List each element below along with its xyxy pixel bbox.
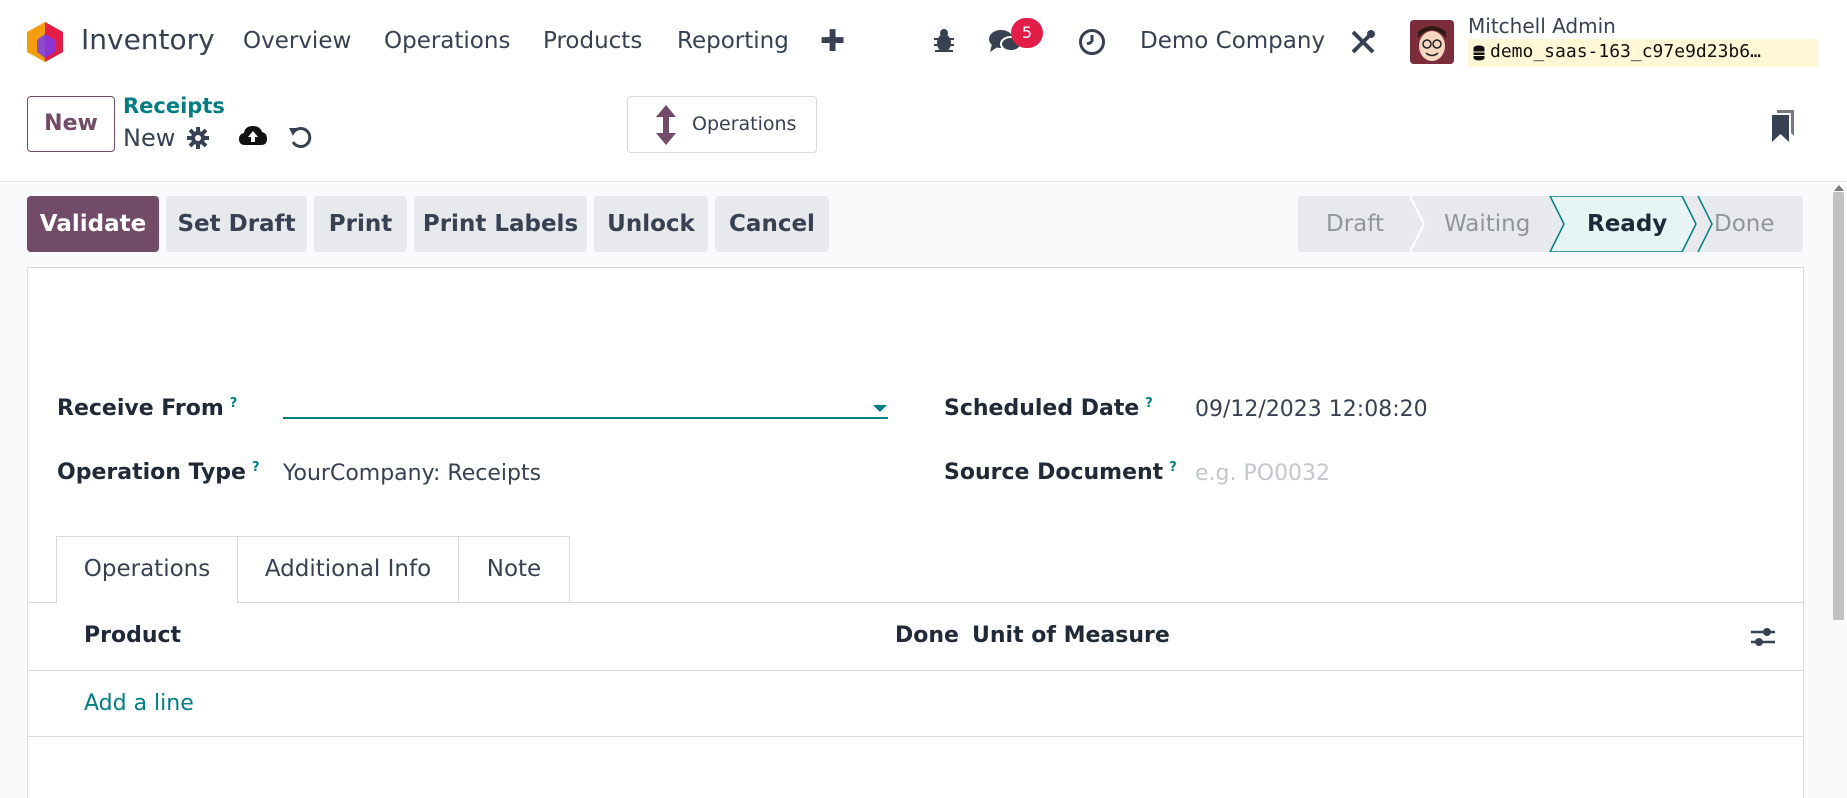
stage-ready[interactable]: Ready: [1587, 196, 1667, 252]
chevron-down-icon[interactable]: [873, 405, 887, 412]
control-panel: New Receipts New Operations: [0, 84, 1847, 182]
form-view: Validate Set Draft Print Print Labels Un…: [0, 183, 1847, 798]
menu-reporting[interactable]: Reporting: [677, 28, 789, 54]
stage-draft[interactable]: Draft: [1326, 196, 1384, 252]
validate-button[interactable]: Validate: [27, 196, 159, 252]
app-logo-icon[interactable]: [27, 22, 63, 62]
menu-operations[interactable]: Operations: [384, 28, 510, 54]
tab-operations[interactable]: Operations: [56, 536, 238, 603]
source-document-label: Source Document?: [944, 460, 1177, 485]
unlock-button[interactable]: Unlock: [594, 196, 708, 252]
operations-label: Operations: [692, 113, 797, 135]
app-name[interactable]: Inventory: [81, 23, 215, 56]
new-button[interactable]: New: [27, 96, 115, 152]
operation-type-value[interactable]: YourCompany: Receipts: [283, 461, 541, 486]
table-bottom-border: [28, 736, 1803, 737]
stage-done[interactable]: Done: [1714, 196, 1775, 252]
operation-type-label: Operation Type?: [57, 460, 260, 485]
receive-from-label: Receive From?: [57, 396, 238, 421]
scheduled-date-input[interactable]: 09/12/2023 12:08:20: [1195, 397, 1428, 422]
column-done[interactable]: Done: [895, 623, 959, 648]
breadcrumb-receipts[interactable]: Receipts: [123, 94, 225, 118]
menu-overview[interactable]: Overview: [243, 28, 351, 54]
operations-smart-button[interactable]: Operations: [627, 96, 817, 153]
gear-icon[interactable]: [186, 126, 210, 150]
help-icon[interactable]: ?: [230, 396, 238, 411]
table-header: Product Done Unit of Measure: [28, 603, 1803, 671]
database-chip[interactable]: demo_saas-163_c97e9d23b6…: [1468, 39, 1818, 67]
help-icon[interactable]: ?: [1169, 460, 1177, 475]
source-document-input[interactable]: e.g. PO0032: [1195, 461, 1330, 486]
tools-icon[interactable]: [1349, 28, 1377, 56]
scheduled-date-label: Scheduled Date?: [944, 396, 1153, 421]
cloud-upload-icon[interactable]: [238, 124, 268, 148]
receive-from-underline: [283, 417, 888, 419]
print-labels-button[interactable]: Print Labels: [414, 196, 587, 252]
avatar[interactable]: [1410, 20, 1454, 64]
menu-products[interactable]: Products: [543, 28, 642, 54]
scroll-up-arrow[interactable]: [1834, 185, 1844, 191]
add-line-link[interactable]: Add a line: [84, 691, 194, 716]
status-bar: Draft Waiting Ready Done: [1298, 196, 1803, 252]
top-navbar: Inventory Overview Operations Products R…: [0, 0, 1847, 84]
tab-note[interactable]: Note: [458, 536, 570, 602]
help-icon[interactable]: ?: [1145, 396, 1153, 411]
scrollbar-thumb[interactable]: [1833, 192, 1844, 620]
company-switcher[interactable]: Demo Company: [1140, 28, 1325, 54]
tab-additional-info[interactable]: Additional Info: [237, 536, 459, 602]
plus-icon[interactable]: ✚: [820, 24, 845, 59]
database-icon: [1473, 45, 1485, 61]
bookmark-icon[interactable]: [1772, 110, 1794, 142]
print-button[interactable]: Print: [314, 196, 407, 252]
user-name[interactable]: Mitchell Admin: [1468, 14, 1616, 38]
messages-badge: 5: [1011, 18, 1043, 48]
clock-icon[interactable]: [1078, 28, 1106, 56]
form-sheet: Receive From? Operation Type? YourCompan…: [27, 267, 1805, 798]
set-draft-button[interactable]: Set Draft: [166, 196, 307, 252]
cancel-button[interactable]: Cancel: [715, 196, 829, 252]
discard-icon[interactable]: [288, 125, 312, 149]
stage-waiting[interactable]: Waiting: [1444, 196, 1530, 252]
operations-arrows-icon: [656, 105, 676, 145]
bug-icon[interactable]: [932, 28, 956, 54]
breadcrumb-current: New: [123, 124, 176, 152]
optional-columns-icon[interactable]: [1749, 623, 1777, 651]
column-product[interactable]: Product: [84, 623, 181, 648]
help-icon[interactable]: ?: [252, 460, 260, 475]
column-unit-of-measure[interactable]: Unit of Measure: [972, 623, 1170, 648]
database-name: demo_saas-163_c97e9d23b6…: [1490, 41, 1761, 62]
